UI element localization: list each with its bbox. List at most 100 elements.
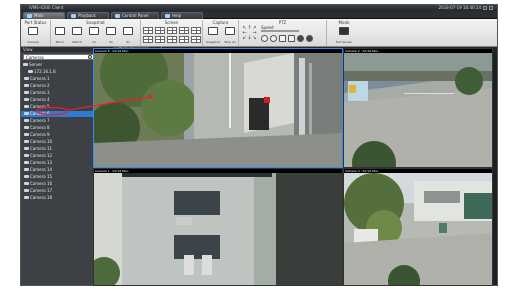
zoom-out-icon[interactable] xyxy=(270,35,277,42)
zoom-2x-label: 2x xyxy=(109,40,113,44)
help-icon xyxy=(165,14,170,18)
zoom-4x-button[interactable]: 4x xyxy=(122,27,134,44)
view-panel-title: View xyxy=(21,47,95,52)
view-panel: View Cameras Server 172.16.1.8 Camera 1 Cam… xyxy=(21,47,96,285)
tab-main[interactable]: Main xyxy=(23,12,65,19)
ribbon-group-port-status: Port Status Camera xyxy=(21,20,51,46)
zoom-1x-icon xyxy=(89,27,99,35)
layout-2p8-button[interactable] xyxy=(179,36,189,43)
tree-camera-item[interactable]: Camera 3 xyxy=(21,90,95,96)
snapshot-button[interactable]: Snapshot xyxy=(206,27,220,44)
layout-custom-button[interactable] xyxy=(191,36,201,43)
layout-1x1-button[interactable] xyxy=(143,27,153,34)
folder-icon xyxy=(23,63,28,66)
tab-help[interactable]: Help xyxy=(161,12,203,19)
zoom-1x-label: 1x xyxy=(92,40,96,44)
close-window-button[interactable] xyxy=(489,6,493,10)
tree-root[interactable]: Server xyxy=(21,62,95,68)
full-screen-button[interactable]: Full Screen xyxy=(336,27,352,44)
tree-camera-item[interactable]: Camera 2 xyxy=(21,83,95,89)
stop-all-icon xyxy=(225,27,235,35)
minimize-button[interactable] xyxy=(483,6,487,10)
video-cell-1[interactable]: Camera 6 · 01/19 Mon xyxy=(93,48,343,168)
tree-camera-item[interactable]: Camera 7 xyxy=(21,118,95,124)
tree-camera-item[interactable]: Camera 15 xyxy=(21,174,95,180)
tree-camera-item[interactable]: Camera 10 xyxy=(21,139,95,145)
camera-feed-courtyard xyxy=(94,53,342,167)
layout-4x4-button[interactable] xyxy=(179,27,189,34)
switch-button-label: Switch xyxy=(72,40,82,44)
tree-camera-item[interactable]: Camera 17 xyxy=(21,188,95,194)
mirror-button-label: Mirror xyxy=(55,40,65,44)
ribbon-group-screen: Screen xyxy=(141,20,203,46)
tree-camera-item[interactable]: Camera 9 xyxy=(21,132,95,138)
video-cell-2[interactable]: Camera 2 · 01/19 Mon xyxy=(343,48,493,168)
camera-search-input[interactable]: Cameras xyxy=(23,54,94,60)
focus-icon[interactable] xyxy=(279,35,286,42)
camera-icon xyxy=(28,27,38,35)
tree-camera-item-label: Camera 7 xyxy=(30,118,50,123)
monitor-icon xyxy=(27,14,32,18)
group-label: Screen xyxy=(164,20,179,25)
ptz-speed-slider[interactable] xyxy=(261,30,299,32)
camera-button[interactable]: Camera xyxy=(27,27,39,44)
switch-button[interactable]: Switch xyxy=(71,27,83,44)
camera-icon xyxy=(24,161,29,164)
tree-camera-item[interactable]: Camera 12 xyxy=(21,153,95,159)
tree-camera-item[interactable]: Camera 18 xyxy=(21,195,95,201)
video-grid: Camera 6 · 01/19 Mon Camera 2 · 01/19 Mo… xyxy=(93,48,493,286)
zoom-2x-button[interactable]: 2x xyxy=(105,27,117,44)
playback-icon xyxy=(71,14,76,18)
tree-camera-item[interactable]: Camera 14 xyxy=(21,167,95,173)
switch-icon xyxy=(72,27,82,35)
preset-icon[interactable] xyxy=(297,35,304,42)
group-label: Snapshot xyxy=(86,20,105,25)
tree-camera-item[interactable]: Camera 1 xyxy=(21,76,95,82)
group-label: Port Status xyxy=(24,20,47,25)
tree-site[interactable]: 172.16.1.8 xyxy=(21,69,95,75)
tree-camera-item[interactable]: Camera 4 xyxy=(21,97,95,103)
layout-1p12-button[interactable] xyxy=(167,36,177,43)
server-icon xyxy=(28,70,33,73)
tree-camera-item[interactable]: Camera 5 xyxy=(21,104,95,110)
group-label: Mode xyxy=(338,20,350,25)
patrol-icon[interactable] xyxy=(306,35,313,42)
tree-camera-item[interactable]: Camera 13 xyxy=(21,160,95,166)
search-icon[interactable] xyxy=(88,55,92,59)
camera-icon xyxy=(24,112,29,115)
tree-camera-item[interactable]: Camera 11 xyxy=(21,146,95,152)
search-value: Cameras xyxy=(26,55,44,60)
tree-camera-item-label: Camera 14 xyxy=(30,167,53,172)
tree-camera-item-label: Camera 13 xyxy=(30,160,53,165)
stop-all-button-label: Stop All xyxy=(224,40,236,44)
tree-camera-item[interactable]: Camera 16 xyxy=(21,181,95,187)
layout-2x2-button[interactable] xyxy=(155,27,165,34)
tree-root-label: Server xyxy=(29,62,43,67)
camera-icon xyxy=(24,84,29,87)
ribbon-group-capture: Capture Snapshot Stop All xyxy=(203,20,239,46)
tree-camera-item-label: Camera 11 xyxy=(30,146,53,151)
pan-down-right-icon[interactable]: ↘ xyxy=(252,36,257,41)
iris-icon[interactable] xyxy=(288,35,295,42)
layout-5x5-button[interactable] xyxy=(191,27,201,34)
zoom-1x-button[interactable]: 1x xyxy=(88,27,100,44)
video-cell-3[interactable]: Camera 1 · 01/19 Mon xyxy=(93,168,343,286)
layout-3x3-button[interactable] xyxy=(167,27,177,34)
zoom-in-icon[interactable] xyxy=(261,35,268,42)
mirror-button[interactable]: Mirror xyxy=(54,27,66,44)
stop-all-button[interactable]: Stop All xyxy=(224,27,236,44)
video-cell-4[interactable]: Camera 3 · 01/19 Mon xyxy=(343,168,493,286)
layout-1p5-button[interactable] xyxy=(143,36,153,43)
tree-camera-item-selected[interactable]: Camera 6 xyxy=(21,111,95,117)
tab-playback[interactable]: Playback xyxy=(67,12,109,19)
camera-feed-parking xyxy=(344,53,492,167)
tree-camera-item-label: Camera 4 xyxy=(30,97,50,102)
tab-control-panel[interactable]: Control Panel xyxy=(111,12,159,19)
full-screen-button-label: Full Screen xyxy=(335,40,353,44)
camera-icon xyxy=(24,133,29,136)
full-screen-icon xyxy=(339,27,349,35)
layout-1p7-button[interactable] xyxy=(155,36,165,43)
camera-icon xyxy=(24,77,29,80)
camera-icon xyxy=(24,175,29,178)
tree-camera-item[interactable]: Camera 8 xyxy=(21,125,95,131)
